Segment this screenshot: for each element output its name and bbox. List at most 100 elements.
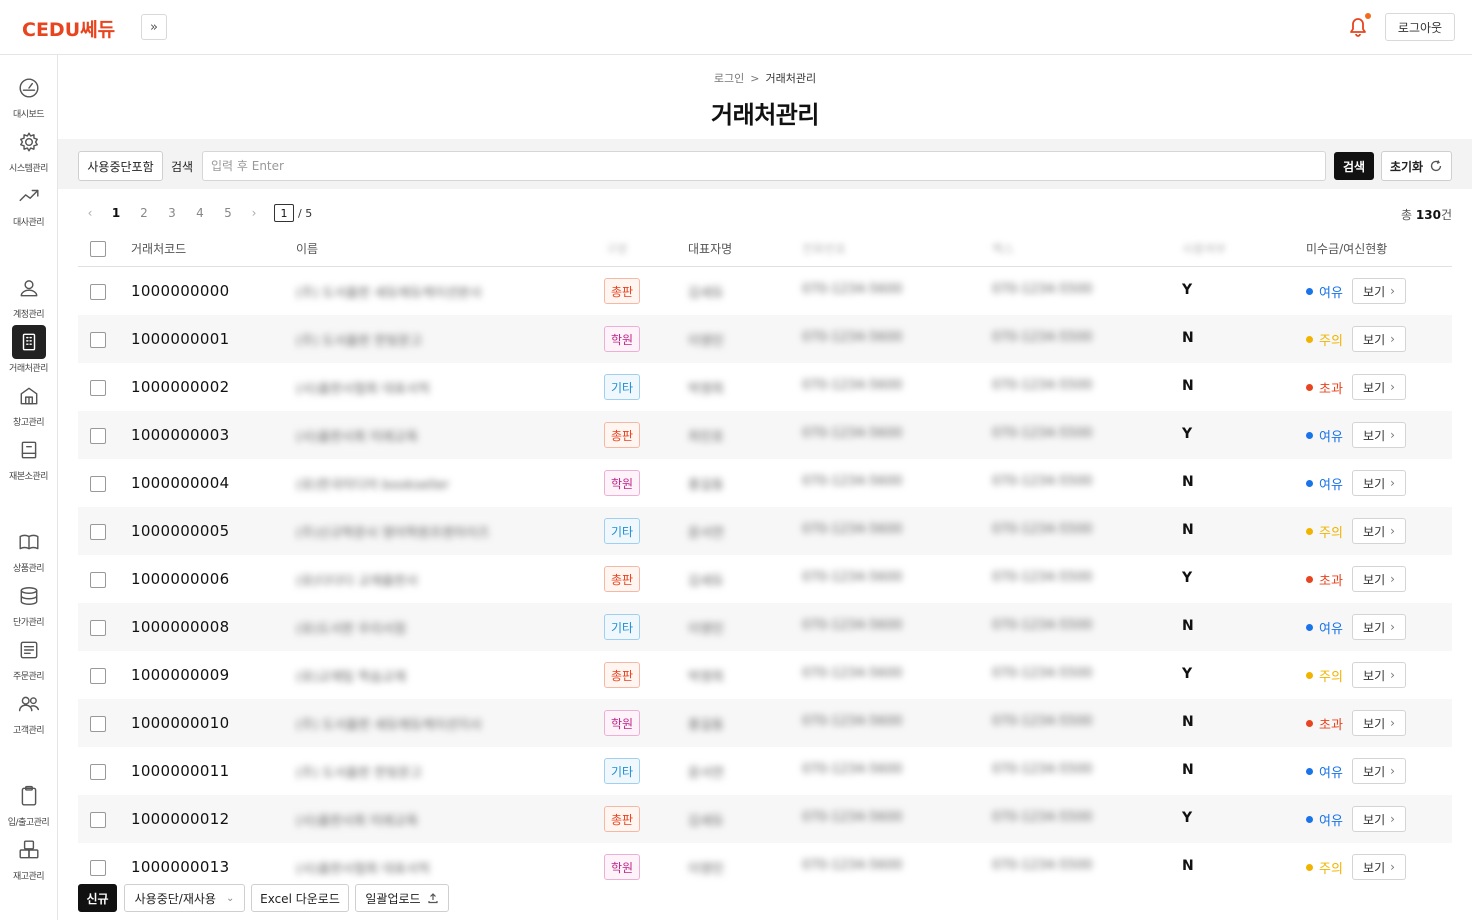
sidebar-item-0[interactable]: 대시보드 — [0, 69, 57, 123]
row-phone: 070-1234-5600 — [802, 474, 903, 489]
include-inactive-button[interactable]: 사용중단포함 — [78, 151, 163, 181]
view-button[interactable]: 보기 › — [1352, 758, 1406, 784]
view-button[interactable]: 보기 › — [1352, 278, 1406, 304]
new-button[interactable]: 신규 — [78, 884, 117, 912]
row-credit-status: 초과 — [1306, 378, 1343, 397]
table-row[interactable]: 1000000008 (유)도서판 우리서점 기타 이영민 070-1234-5… — [78, 603, 1452, 651]
sidebar-item-7[interactable]: 상품관리 — [0, 523, 57, 577]
view-button[interactable]: 보기 › — [1352, 518, 1406, 544]
header-credit[interactable]: 미수금/여신현황 — [1306, 240, 1387, 257]
table-row[interactable]: 1000000005 (주)신규학문사 영어학원프랜차이즈 기타 윤서연 070… — [78, 507, 1452, 555]
collapse-sidebar-button[interactable]: » — [141, 14, 167, 40]
table-row[interactable]: 1000000000 (주) 도서출판 세듀에듀케이션본사 총판 김세듀 070… — [78, 267, 1452, 315]
page-jump-input[interactable]: 1 — [274, 204, 294, 222]
row-code: 1000000013 — [131, 858, 230, 876]
sidebar-item-label: 재고관리 — [12, 872, 45, 882]
row-checkbox[interactable] — [90, 668, 106, 684]
view-button[interactable]: 보기 › — [1352, 326, 1406, 352]
view-button[interactable]: 보기 › — [1352, 614, 1406, 640]
sidebar-item-4[interactable]: 거래처관리 — [0, 323, 57, 377]
search-label: 검색 — [171, 160, 194, 174]
search-button[interactable]: 검색 — [1334, 152, 1374, 180]
row-type-badge: 총판 — [604, 422, 640, 448]
row-checkbox[interactable] — [90, 428, 106, 444]
sidebar-item-6[interactable]: 재본소관리 — [0, 431, 57, 485]
row-checkbox[interactable] — [90, 476, 106, 492]
prev-page-icon[interactable]: ‹ — [78, 206, 102, 220]
table-row[interactable]: 1000000010 (주) 도서출판 세듀에듀케이션지사 학원 홍길동 070… — [78, 699, 1452, 747]
next-page-icon[interactable]: › — [242, 206, 266, 220]
sidebar-item-1[interactable]: 시스템관리 — [0, 123, 57, 177]
page-4[interactable]: 4 — [186, 206, 214, 220]
row-checkbox[interactable] — [90, 380, 106, 396]
table-row[interactable]: 1000000001 (주) 도서출판 한빛문고 학원 이영민 070-1234… — [78, 315, 1452, 363]
row-fax: 070-1234-5500 — [992, 570, 1093, 585]
header-fax[interactable]: 팩스 — [992, 240, 1014, 257]
row-type-badge: 기타 — [604, 758, 640, 784]
table-row[interactable]: 1000000009 (유)교재팀 학습교재 총판 박영희 070-1234-5… — [78, 651, 1452, 699]
view-button[interactable]: 보기 › — [1352, 422, 1406, 448]
table-row[interactable]: 1000000011 (주) 도서출판 한빛문고 기타 윤서연 070-1234… — [78, 747, 1452, 795]
chevron-right-icon: › — [1390, 620, 1395, 634]
page-2[interactable]: 2 — [130, 206, 158, 220]
row-checkbox[interactable] — [90, 284, 106, 300]
view-button[interactable]: 보기 › — [1352, 710, 1406, 736]
toggle-usage-button[interactable]: 사용중단/재사용 ⌄ — [124, 884, 245, 912]
status-dot — [1306, 384, 1313, 391]
chevron-right-icon: › — [1390, 764, 1395, 778]
row-checkbox[interactable] — [90, 524, 106, 540]
sidebar-item-8[interactable]: 단가관리 — [0, 577, 57, 631]
reset-button[interactable]: 초기화 — [1381, 151, 1452, 181]
breadcrumb-home[interactable]: 로그인 — [714, 72, 744, 85]
sidebar-item-10[interactable]: 고객관리 — [0, 685, 57, 739]
table-row[interactable]: 1000000006 (유)다다다 교재출판사 총판 김세듀 070-1234-… — [78, 555, 1452, 603]
row-ceo: 김세듀 — [688, 574, 724, 589]
boxes-icon — [12, 833, 46, 867]
select-all-checkbox[interactable] — [90, 241, 106, 257]
row-checkbox[interactable] — [90, 332, 106, 348]
sidebar-item-11[interactable]: 입/출고관리 — [0, 777, 57, 831]
sidebar-item-3[interactable]: 계정관리 — [0, 269, 57, 323]
view-button[interactable]: 보기 › — [1352, 566, 1406, 592]
row-checkbox[interactable] — [90, 572, 106, 588]
status-dot — [1306, 864, 1313, 871]
table-row[interactable]: 1000000004 (유)한국미디어 bookseller 학원 홍길동 07… — [78, 459, 1452, 507]
table-row[interactable]: 1000000002 (사)출판사협회 대표서적 기타 박영희 070-1234… — [78, 363, 1452, 411]
sidebar-item-12[interactable]: 재고관리 — [0, 831, 57, 885]
row-checkbox[interactable] — [90, 860, 106, 876]
page-1[interactable]: 1 — [102, 206, 130, 220]
table-row[interactable]: 1000000003 (사)출판사회 미래교육 총판 최민호 070-1234-… — [78, 411, 1452, 459]
header-name[interactable]: 이름 — [296, 240, 318, 257]
row-phone: 070-1234-5600 — [802, 522, 903, 537]
status-text: 주의 — [1319, 862, 1343, 877]
sidebar-item-label: 상품관리 — [12, 564, 45, 574]
logout-button[interactable]: 로그아웃 — [1385, 13, 1455, 41]
page-3[interactable]: 3 — [158, 206, 186, 220]
view-button[interactable]: 보기 › — [1352, 662, 1406, 688]
header-ceo[interactable]: 대표자명 — [688, 240, 732, 257]
header-phone[interactable]: 전화번호 — [802, 240, 846, 257]
header-code[interactable]: 거래처코드 — [131, 240, 186, 257]
header-type[interactable]: 구분 — [606, 240, 628, 257]
bulk-upload-button[interactable]: 일괄업로드 — [355, 884, 449, 912]
view-button[interactable]: 보기 › — [1352, 806, 1406, 832]
header-used[interactable]: 사용여부 — [1182, 240, 1226, 257]
row-checkbox[interactable] — [90, 620, 106, 636]
row-type-badge: 학원 — [604, 710, 640, 736]
search-input[interactable] — [202, 151, 1326, 181]
logo[interactable]: CEDU쎄듀 — [22, 15, 115, 42]
view-button[interactable]: 보기 › — [1352, 374, 1406, 400]
row-checkbox[interactable] — [90, 812, 106, 828]
page-5[interactable]: 5 — [214, 206, 242, 220]
row-ceo: 이영민 — [688, 622, 724, 637]
sidebar-item-2[interactable]: 대사관리 — [0, 177, 57, 231]
sidebar-item-5[interactable]: 창고관리 — [0, 377, 57, 431]
table-row[interactable]: 1000000012 (사)출판사회 미래교육 총판 김세듀 070-1234-… — [78, 795, 1452, 843]
view-button[interactable]: 보기 › — [1352, 854, 1406, 880]
row-checkbox[interactable] — [90, 764, 106, 780]
chevron-right-icon: › — [1390, 572, 1395, 586]
excel-download-button[interactable]: Excel 다운로드 — [251, 884, 349, 912]
row-checkbox[interactable] — [90, 716, 106, 732]
view-button[interactable]: 보기 › — [1352, 470, 1406, 496]
sidebar-item-9[interactable]: 주문관리 — [0, 631, 57, 685]
